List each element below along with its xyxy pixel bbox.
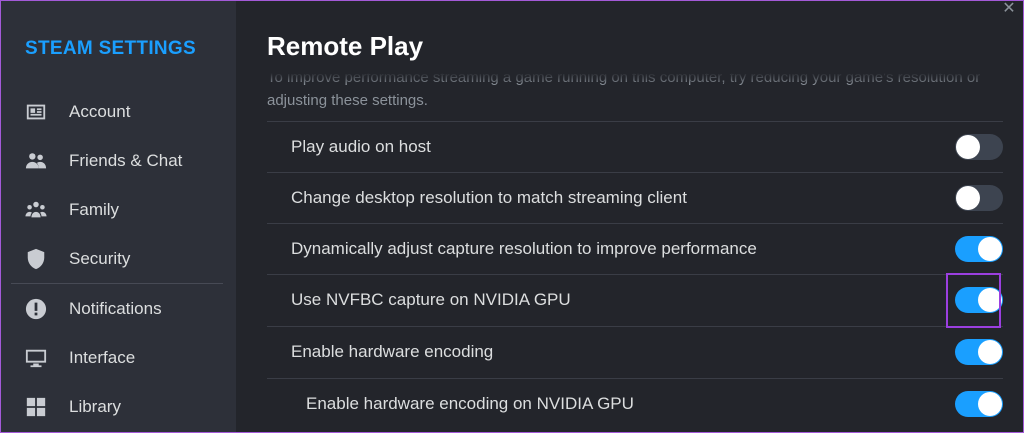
shield-icon bbox=[23, 246, 49, 272]
scroll-fade bbox=[236, 73, 1023, 85]
close-button[interactable]: ✕ bbox=[999, 1, 1019, 19]
family-icon bbox=[23, 197, 49, 223]
sidebar-item-label: Security bbox=[69, 249, 131, 268]
setting-label: Play audio on host bbox=[291, 137, 431, 156]
sidebar-item-label: Library bbox=[69, 397, 121, 416]
sidebar-item-friends-chat[interactable]: Friends & Chat bbox=[11, 139, 223, 183]
sidebar-item-notifications[interactable]: Notifications bbox=[11, 287, 223, 331]
toggle-knob bbox=[978, 237, 1002, 261]
toggle-knob bbox=[978, 340, 1002, 364]
setting-row-hardware-encoding-nvidia: Enable hardware encoding on NVIDIA GPU bbox=[267, 378, 1003, 430]
sidebar-item-label: Notifications bbox=[69, 299, 162, 318]
setting-label: Dynamically adjust capture resolution to… bbox=[291, 239, 757, 258]
setting-row-dynamic-capture-resolution: Dynamically adjust capture resolution to… bbox=[267, 223, 1003, 275]
sidebar-item-account[interactable]: Account bbox=[11, 90, 223, 134]
hardware-encoding-nvidia-toggle[interactable] bbox=[955, 391, 1003, 417]
friends-icon bbox=[23, 148, 49, 174]
setting-row-change-desktop-resolution: Change desktop resolution to match strea… bbox=[267, 172, 1003, 224]
highlight-box bbox=[946, 273, 1001, 328]
setting-row-hardware-encoding: Enable hardware encoding bbox=[267, 326, 1003, 378]
settings-panel: Remote Play To improve performance strea… bbox=[236, 1, 1023, 432]
sidebar-item-label: Family bbox=[69, 200, 120, 219]
sidebar-title: STEAM SETTINGS bbox=[25, 38, 196, 59]
dynamic-capture-resolution-toggle[interactable] bbox=[955, 236, 1003, 262]
exclamation-circle-icon bbox=[23, 296, 49, 322]
setting-label: Enable hardware encoding bbox=[291, 342, 494, 361]
setting-label: Change desktop resolution to match strea… bbox=[291, 188, 687, 207]
setting-label: Use NVFBC capture on NVIDIA GPU bbox=[291, 290, 571, 309]
sidebar-divider bbox=[11, 283, 223, 284]
sidebar: STEAM SETTINGS Account Friends & Chat Fa… bbox=[1, 1, 236, 432]
play-audio-on-host-toggle[interactable] bbox=[955, 134, 1003, 160]
setting-row-play-audio-on-host: Play audio on host bbox=[267, 121, 1003, 173]
sidebar-item-label: Friends & Chat bbox=[69, 151, 183, 170]
sidebar-item-library[interactable]: Library bbox=[11, 385, 223, 429]
sidebar-item-interface[interactable]: Interface bbox=[11, 336, 223, 380]
change-desktop-resolution-toggle[interactable] bbox=[955, 185, 1003, 211]
sidebar-item-label: Interface bbox=[69, 348, 136, 367]
monitor-icon bbox=[23, 345, 49, 371]
sidebar-item-security[interactable]: Security bbox=[11, 237, 223, 281]
hardware-encoding-toggle[interactable] bbox=[955, 339, 1003, 365]
settings-window: STEAM SETTINGS Account Friends & Chat Fa… bbox=[0, 0, 1024, 433]
account-card-icon bbox=[23, 99, 49, 125]
toggle-knob bbox=[978, 392, 1002, 416]
toggle-knob bbox=[956, 135, 980, 159]
toggle-knob bbox=[956, 186, 980, 210]
page-title: Remote Play bbox=[267, 31, 424, 61]
setting-row-nvfbc-capture: Use NVFBC capture on NVIDIA GPU bbox=[267, 274, 1003, 326]
sidebar-item-label: Account bbox=[69, 102, 131, 121]
grid-icon bbox=[23, 394, 49, 420]
sidebar-item-family[interactable]: Family bbox=[11, 188, 223, 232]
setting-label: Enable hardware encoding on NVIDIA GPU bbox=[306, 394, 634, 413]
